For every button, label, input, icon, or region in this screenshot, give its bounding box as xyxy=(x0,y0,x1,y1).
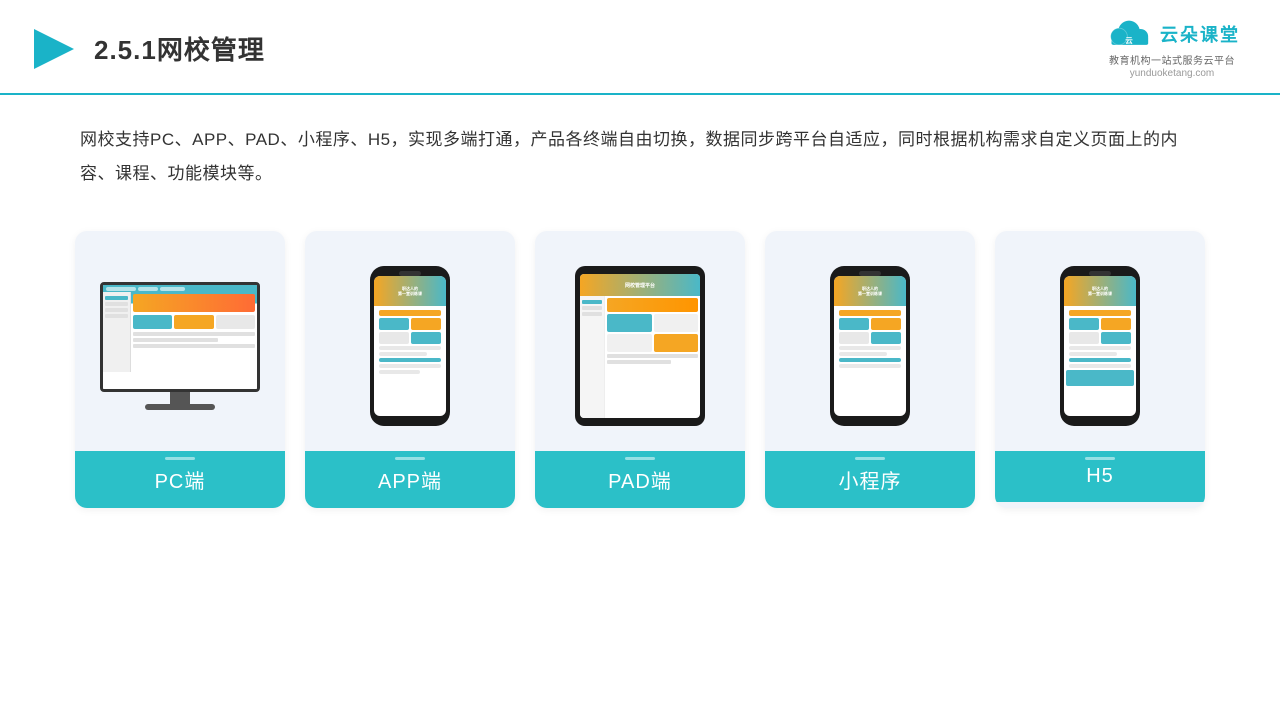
device-mobile-app: 职达人的第一堂训练课 xyxy=(370,266,450,426)
header: 2.5.1网校管理 云 云朵课堂 教育机构一站式服务云平台 yunduoketa… xyxy=(0,0,1280,95)
tablet-screen: 网校管理平台 xyxy=(580,274,700,418)
card-label-h5: H5 xyxy=(995,451,1205,502)
description: 网校支持PC、APP、PAD、小程序、H5，实现多端打通，产品各终端自由切换，数… xyxy=(0,95,1280,211)
device-pc xyxy=(100,282,260,410)
logo-sub: 教育机构一站式服务云平台 xyxy=(1109,52,1235,67)
page-title: 2.5.1网校管理 xyxy=(94,30,265,67)
pc-base xyxy=(145,404,215,410)
device-mobile-mini: 职达人的第一堂训练课 xyxy=(830,266,910,426)
device-tablet: 网校管理平台 xyxy=(575,266,705,426)
card-h5: 职达人的第一堂训练课 xyxy=(995,231,1205,508)
description-text: 网校支持PC、APP、PAD、小程序、H5，实现多端打通，产品各终端自由切换，数… xyxy=(80,130,1178,183)
card-label-app: APP端 xyxy=(305,451,515,508)
mobile-screen-app: 职达人的第一堂训练课 xyxy=(374,276,446,416)
mobile-screen-h5: 职达人的第一堂训练课 xyxy=(1064,276,1136,416)
cards-container: PC端 职达人的第一堂训练课 xyxy=(0,211,1280,528)
card-app: 职达人的第一堂训练课 xyxy=(305,231,515,508)
cloud-icon: 云 xyxy=(1104,18,1154,50)
pc-screen xyxy=(100,282,260,392)
mobile-screen-mini: 职达人的第一堂训练课 xyxy=(834,276,906,416)
device-mobile-h5: 职达人的第一堂训练课 xyxy=(1060,266,1140,426)
logo-area: 云 云朵课堂 教育机构一站式服务云平台 yunduoketang.com xyxy=(1104,18,1240,79)
card-pad: 网校管理平台 xyxy=(535,231,745,508)
svg-text:云: 云 xyxy=(1125,36,1133,45)
card-label-pad: PAD端 xyxy=(535,451,745,508)
logo-domain: yunduoketang.com xyxy=(1130,68,1215,79)
logo-text: 云朵课堂 xyxy=(1160,21,1240,47)
header-left: 2.5.1网校管理 xyxy=(30,25,265,73)
card-label-miniprogram: 小程序 xyxy=(765,451,975,508)
card-h5-image: 职达人的第一堂训练课 xyxy=(995,231,1205,451)
pc-neck xyxy=(170,392,190,404)
card-pc: PC端 xyxy=(75,231,285,508)
card-app-image: 职达人的第一堂训练课 xyxy=(305,231,515,451)
play-icon xyxy=(30,25,78,73)
logo-cloud: 云 云朵课堂 xyxy=(1104,18,1240,50)
card-pad-image: 网校管理平台 xyxy=(535,231,745,451)
card-label-pc: PC端 xyxy=(75,451,285,508)
card-miniprogram: 职达人的第一堂训练课 xyxy=(765,231,975,508)
card-miniprogram-image: 职达人的第一堂训练课 xyxy=(765,231,975,451)
card-pc-image xyxy=(75,231,285,451)
